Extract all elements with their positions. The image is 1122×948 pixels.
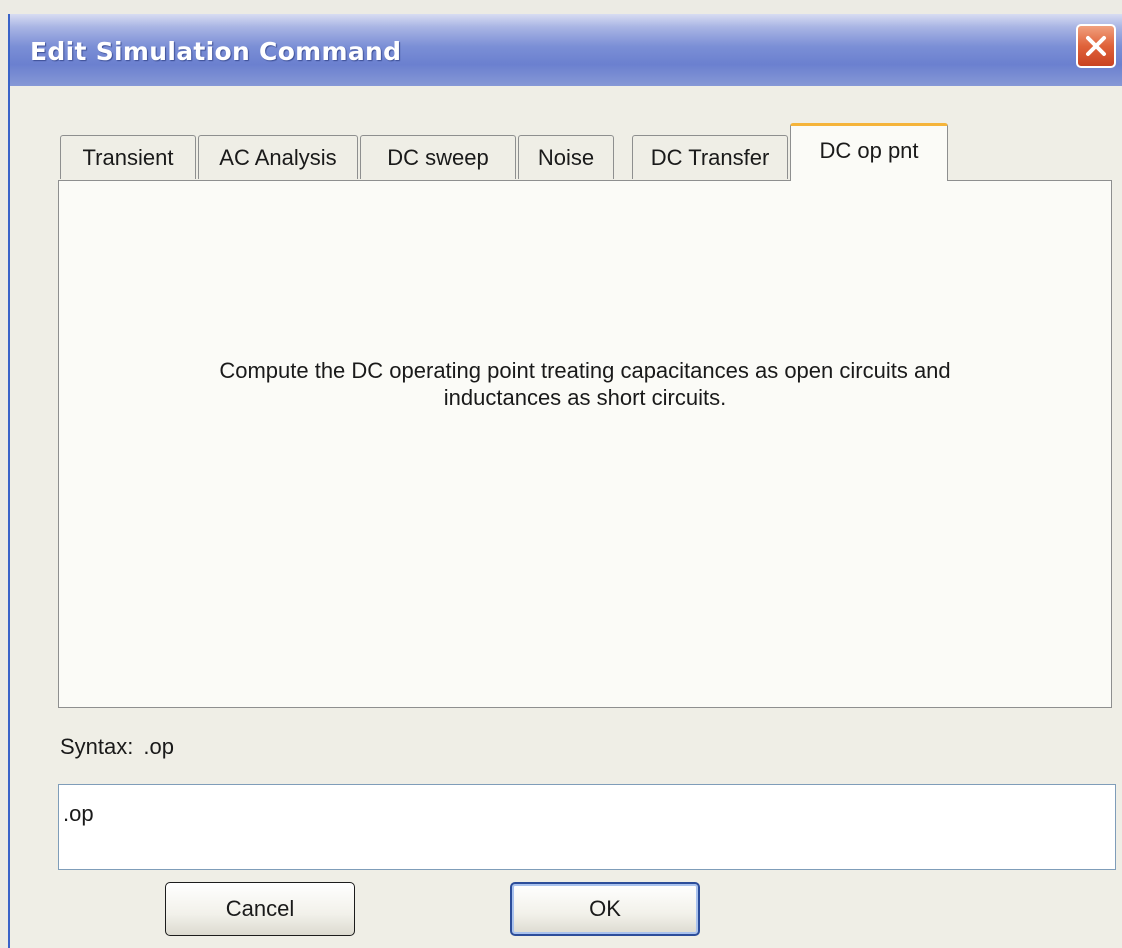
tab-dc-sweep[interactable]: DC sweep	[360, 135, 516, 179]
tab-transient[interactable]: Transient	[60, 135, 196, 179]
close-button[interactable]	[1076, 24, 1116, 68]
tab-noise[interactable]: Noise	[518, 135, 614, 179]
syntax-value: .op	[143, 734, 174, 759]
tab-dc-op-pnt[interactable]: DC op pnt	[790, 123, 948, 181]
window-title: Edit Simulation Command	[30, 37, 402, 66]
syntax-label: Syntax:	[60, 734, 134, 759]
tab-ac-analysis[interactable]: AC Analysis	[198, 135, 358, 179]
tab-dc-transfer[interactable]: DC Transfer	[632, 135, 788, 179]
edit-simulation-command-dialog: Edit Simulation Command Transient AC Ana…	[8, 14, 1122, 948]
cancel-button[interactable]: Cancel	[165, 882, 355, 936]
description-line-1: Compute the DC operating point treating …	[219, 358, 951, 383]
description-line-2: inductances as short circuits.	[443, 385, 727, 410]
syntax-line: Syntax: .op	[60, 734, 174, 760]
close-icon	[1086, 36, 1106, 56]
command-input[interactable]: .op	[58, 784, 1116, 870]
tab-content-panel: Compute the DC operating point treating …	[58, 180, 1112, 708]
title-bar[interactable]: Edit Simulation Command	[10, 14, 1122, 86]
analysis-description: Compute the DC operating point treating …	[59, 357, 1111, 411]
ok-button[interactable]: OK	[510, 882, 700, 936]
